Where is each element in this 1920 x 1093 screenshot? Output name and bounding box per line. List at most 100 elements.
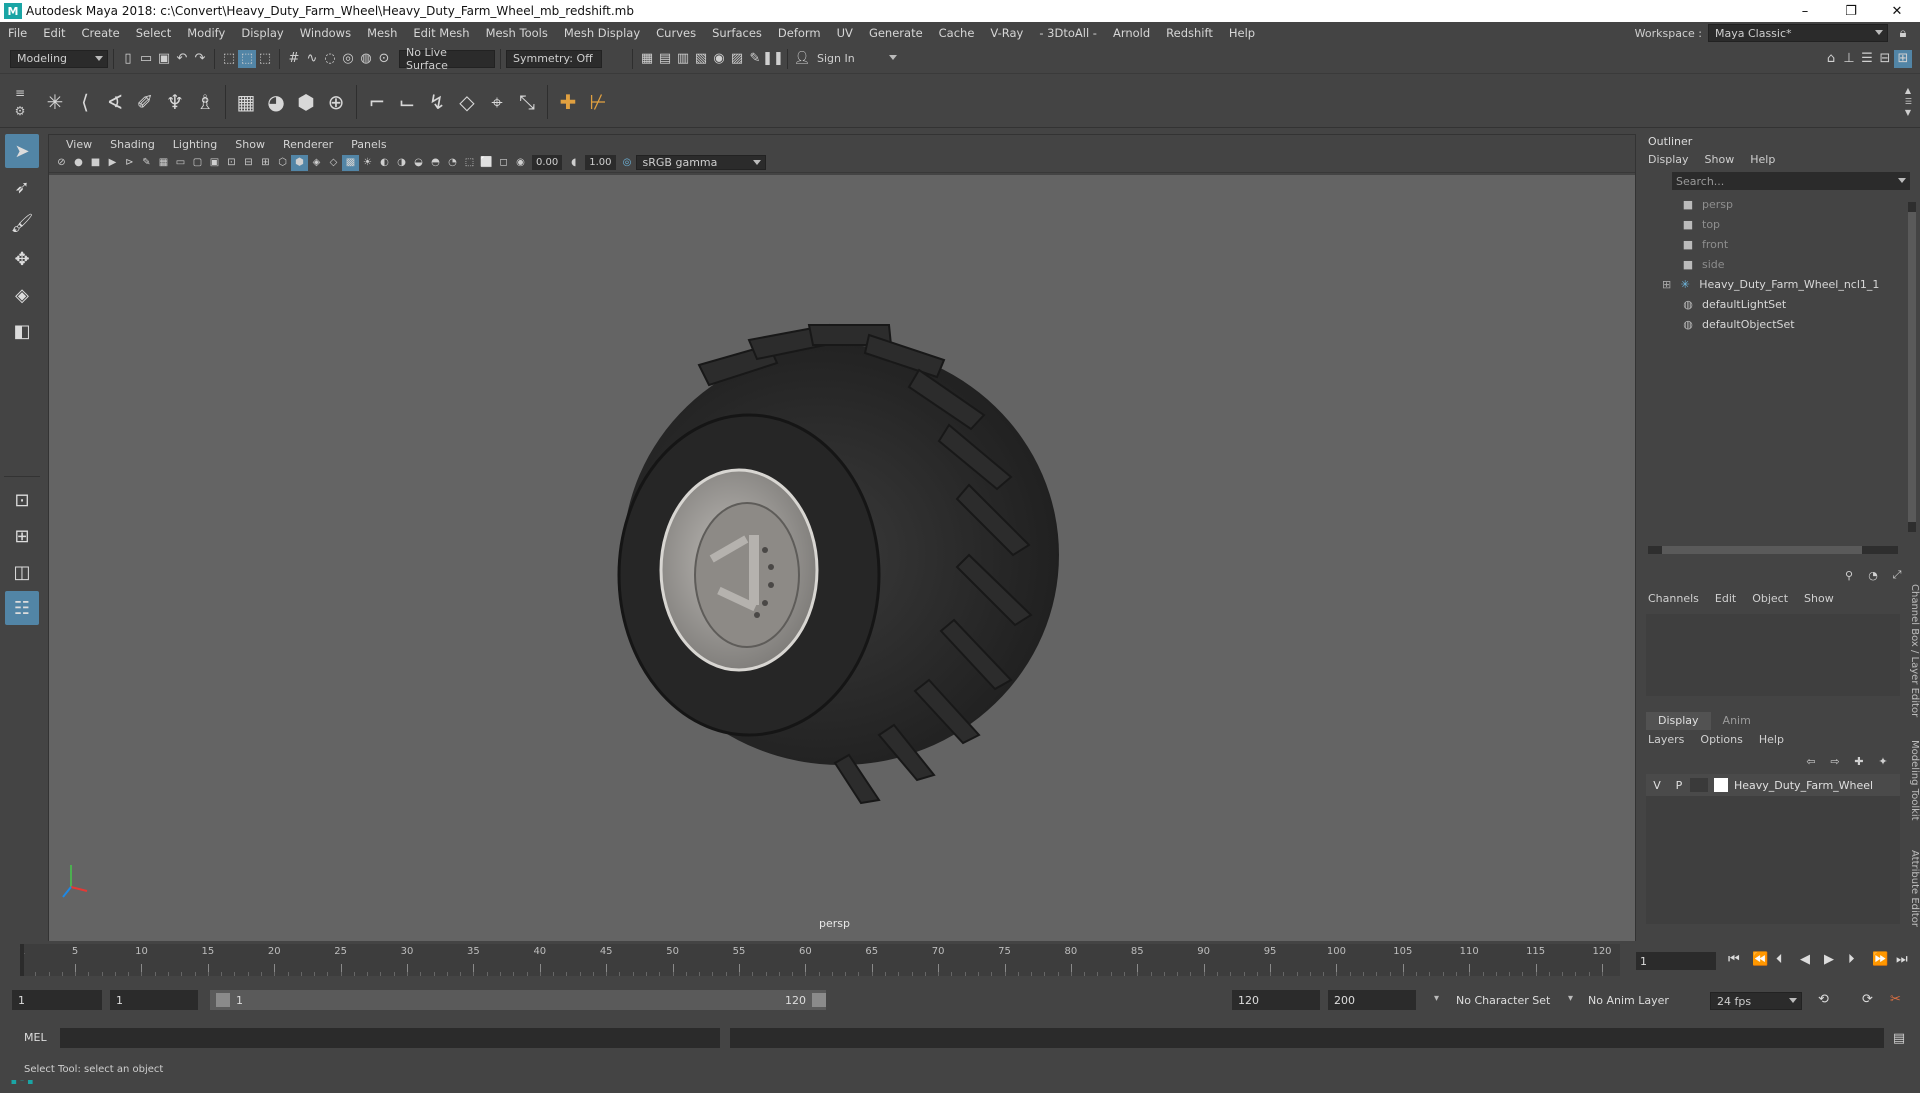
viewport-menu-renderer[interactable]: Renderer [274,138,342,151]
field-chart-icon[interactable]: ⊡ [223,155,240,171]
screen-space-ao-icon[interactable]: ◑ [393,155,410,171]
layer-playback-toggle[interactable]: P [1668,779,1690,792]
pause-icon[interactable]: ❚❚ [762,50,784,68]
menu-modify[interactable]: Modify [179,26,233,40]
isolate-select-icon[interactable]: ⬚ [461,155,478,171]
color-space-dropdown[interactable]: sRGB gamma [635,155,766,170]
outliner-item[interactable]: ■ side [1640,254,1920,274]
scale-tool-icon[interactable]: ◧ [5,314,39,348]
snap-point-icon[interactable]: ◌ [321,50,339,68]
anim-layer-label[interactable]: No Anim Layer [1588,994,1669,1007]
snap-surface-icon[interactable]: ◍ [357,50,375,68]
symmetry-dropdown[interactable]: Symmetry: Off [506,49,602,68]
grid-icon[interactable]: ▦ [155,155,172,171]
move-layer-up-icon[interactable]: ⇦ [1802,752,1820,770]
outliner-horizontal-scrollbar[interactable] [1648,546,1898,554]
viewport-menu-panels[interactable]: Panels [342,138,395,151]
scrollbar-thumb[interactable] [1908,212,1916,522]
outliner-toggle-icon[interactable]: ⊟ [1876,50,1894,68]
wireframe-on-shaded-icon[interactable]: ◈ [308,155,325,171]
menu-mesh-tools[interactable]: Mesh Tools [478,26,556,40]
loop-icon[interactable]: ⟲ [1818,992,1829,1007]
script-editor-icon[interactable]: ▤ [1890,1029,1908,1047]
open-scene-icon[interactable]: ▭ [137,50,155,68]
layer-row[interactable]: V P Heavy_Duty_Farm_Wheel [1646,774,1900,796]
tab-anim[interactable]: Anim [1711,712,1763,730]
scroll-up-icon[interactable]: ▲ [1905,86,1912,95]
move-tool-icon[interactable]: ✥ [5,242,39,276]
menu-file[interactable]: File [0,26,35,40]
shelf-tabs-icon[interactable]: ≡ [15,86,25,100]
outliner-item[interactable]: ■ persp [1640,194,1920,214]
menu-surfaces[interactable]: Surfaces [704,26,770,40]
sign-in-dropdown[interactable]: Sign In [811,49,901,68]
menu-deform[interactable]: Deform [770,26,829,40]
step-back-key-icon[interactable]: ⏪ [1752,952,1768,967]
outliner-menu-display[interactable]: Display [1648,153,1705,166]
channel-box-menu-channels[interactable]: Channels [1648,592,1715,605]
locator-icon[interactable]: ✚ [553,87,583,117]
select-component-icon[interactable]: ⬚ [256,50,274,68]
snap-curve-icon[interactable]: ∿ [303,50,321,68]
gate-mask-icon[interactable]: ▣ [206,155,223,171]
outliner-item[interactable]: ◍ defaultObjectSet [1640,314,1920,334]
viewport-menu-show[interactable]: Show [226,138,274,151]
viewport-scene[interactable]: persp [49,175,1635,941]
render-view-icon[interactable]: ▦ [638,50,656,68]
render-setup-icon[interactable]: ▨ [728,50,746,68]
menu-edit[interactable]: Edit [35,26,73,40]
resolution-gate-icon[interactable]: ▢ [189,155,206,171]
tab-display[interactable]: Display [1646,712,1711,730]
workspace-dropdown[interactable]: Maya Classic* [1708,24,1888,42]
redo-icon[interactable]: ↷ [191,50,209,68]
outliner-search-input[interactable]: Search... [1672,172,1910,190]
film-gate-icon[interactable]: ▭ [172,155,189,171]
cv-curve-icon[interactable]: ✳ [40,87,70,117]
new-scene-icon[interactable]: ▯ [119,50,137,68]
textured-icon[interactable]: ▩ [342,154,359,171]
lock-icon[interactable]: 🔒︎ [1894,24,1912,42]
twist-deformer-icon[interactable]: ⤡ [512,87,542,117]
farm-wheel-model[interactable] [49,175,1635,941]
xray-active-icon[interactable]: ◻ [495,155,512,171]
viewport-menu-view[interactable]: View [57,138,101,151]
channel-box-icon-2[interactable]: ◔ [1864,566,1882,584]
side-tab-channel-box[interactable]: Channel Box / Layer Editor [1906,584,1920,724]
tool-settings-toggle-icon[interactable]: ☰ [1858,50,1876,68]
side-tab-attribute-editor[interactable]: Attribute Editor [1906,850,1920,940]
new-layer-selected-icon[interactable]: ✦ [1874,752,1892,770]
sphere-icon[interactable]: ◕ [261,87,291,117]
command-input[interactable] [60,1028,720,1048]
menu-v-ray[interactable]: V-Ray [982,26,1031,40]
maximize-button[interactable]: ❐ [1828,4,1874,19]
range-start-handle[interactable] [216,993,230,1007]
parent-constraint-icon[interactable]: ⊬ [583,87,613,117]
layer-menu-layers[interactable]: Layers [1648,733,1700,746]
anti-aliasing-icon[interactable]: ◓ [427,155,444,171]
snap-grid-icon[interactable]: # [285,50,303,68]
joint-tool-icon[interactable]: ♆ [160,87,190,117]
shadows-icon[interactable]: ◐ [376,155,393,171]
side-tab-modeling-toolkit[interactable]: Modeling Toolkit [1906,740,1920,830]
rotate-tool-icon[interactable]: ◈ [5,278,39,312]
shelf-menu-icon[interactable]: ☰ [1905,97,1912,106]
four-view-layout-icon[interactable]: ⊞ [5,519,39,553]
select-tool-icon[interactable]: ➤ [5,134,39,168]
xray-joints-icon[interactable]: ⬜ [478,155,495,171]
pencil-curve-icon[interactable]: ✐ [130,87,160,117]
camera-attributes-icon[interactable]: ● [70,155,87,171]
menu-set-dropdown[interactable]: Modeling [10,49,108,68]
xray-icon[interactable]: ◇ [325,155,342,171]
image-plane-icon[interactable]: ▶ [104,155,121,171]
safe-title-icon[interactable]: ⊞ [257,155,274,171]
animation-end-field[interactable]: 200 [1328,990,1416,1010]
time-ruler[interactable]: 1510152025303540455055606570758085909510… [19,944,1620,976]
menu-display[interactable]: Display [233,26,291,40]
outliner-menu-help[interactable]: Help [1750,153,1791,166]
menu-help[interactable]: Help [1221,26,1263,40]
attribute-editor-toggle-icon[interactable]: ⊥ [1840,50,1858,68]
menu-mesh-display[interactable]: Mesh Display [556,26,648,40]
exposure-field[interactable]: 0.00 [532,155,563,170]
character-set-label[interactable]: No Character Set [1456,994,1550,1007]
scroll-down-icon[interactable]: ▼ [1905,108,1912,117]
